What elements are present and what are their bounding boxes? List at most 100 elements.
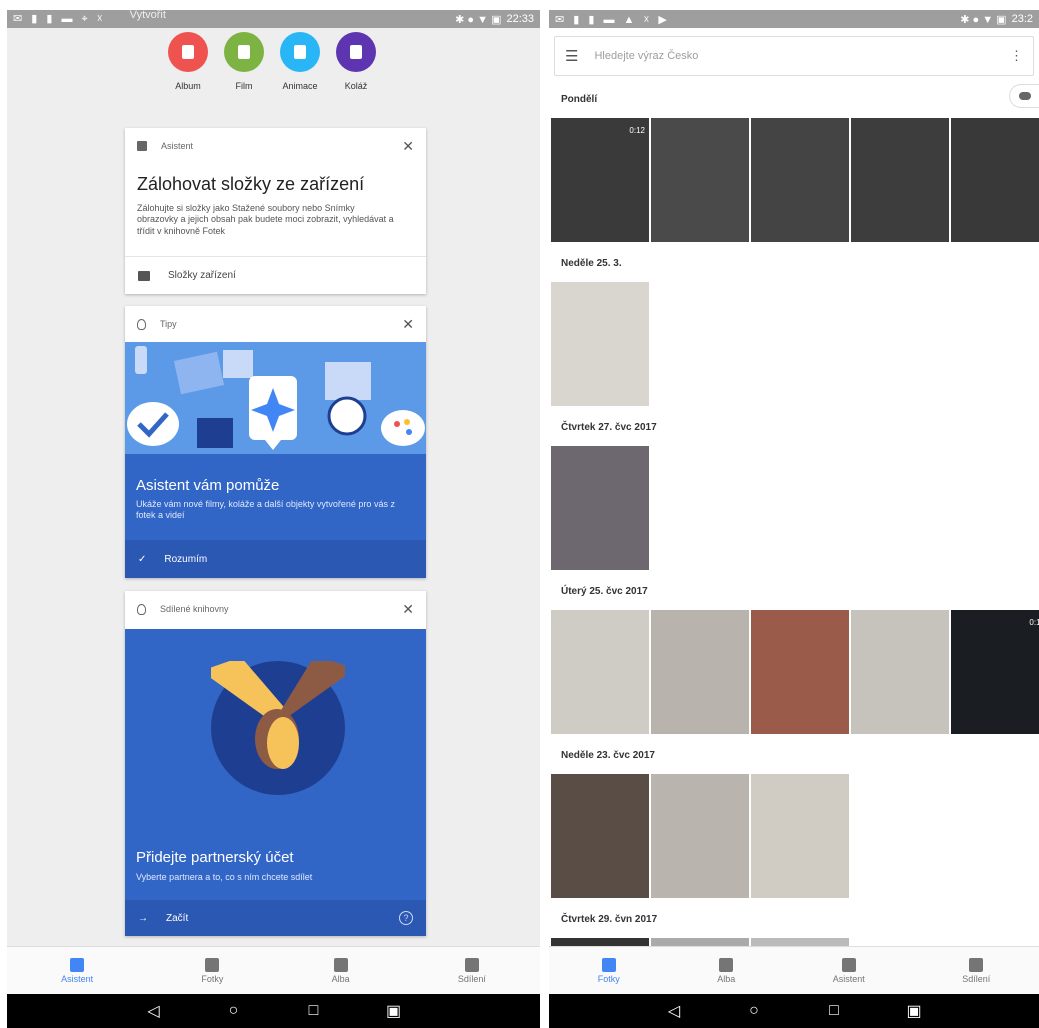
menu-icon[interactable]: ☰ [565, 47, 578, 65]
home-icon[interactable]: ○ [744, 1002, 764, 1020]
date-header: Úterý 25. čvc 2017 [561, 586, 648, 597]
create-label: Film [235, 81, 253, 91]
video-thumbnail[interactable]: 0:12 [551, 118, 649, 242]
photo-icon [601, 957, 616, 972]
lightbulb-icon [137, 318, 146, 330]
shared-libraries-card: Sdílené knihovny ✕ Přidejte partnerský ú… [125, 591, 426, 936]
collage-icon [336, 32, 376, 72]
tab-label: Sdílení [962, 973, 991, 984]
create-label: Album [175, 81, 201, 91]
backup-folders-card: Asistent ✕ Zálohovat složky ze zařízení … [125, 128, 426, 294]
tab-albums[interactable]: Alba [717, 957, 736, 984]
cloud-backup-button[interactable] [1009, 84, 1039, 108]
device-folders-button[interactable]: Složky zařízení [125, 256, 426, 294]
tab-label: Alba [717, 973, 736, 984]
album-icon [168, 32, 208, 72]
close-icon[interactable]: ✕ [402, 316, 414, 333]
photo-thumbnail[interactable] [851, 610, 949, 734]
bottom-navigation: Asistent Fotky Alba Sdílení [7, 946, 540, 994]
got-it-label: Rozumím [164, 553, 208, 565]
card-header-label: Tipy [160, 319, 177, 329]
check-icon: ✓ [138, 553, 147, 565]
card-header-label: Sdílené knihovny [160, 604, 229, 614]
photo-thumbnail[interactable] [551, 610, 649, 734]
card-header: Tipy ✕ [125, 306, 426, 342]
tab-assistant[interactable]: Asistent [61, 957, 93, 984]
photo-thumbnail[interactable] [551, 446, 649, 570]
screenshot-icon[interactable]: ▣ [384, 1001, 404, 1021]
system-nav-bar: ◁ ○ □ ▣ [7, 994, 540, 1028]
tab-label: Alba [331, 973, 350, 984]
search-bar[interactable]: ☰ Hledejte výraz Česko ⋮ [554, 36, 1034, 76]
photo-thumbnail[interactable] [851, 118, 949, 242]
device-folders-label: Složky zařízení [168, 270, 236, 281]
screenshot-icon[interactable]: ▣ [904, 1001, 924, 1021]
status-bar: ✉ ▮ ▮ ▬ ▲ ☓ ▶ ✱ ● ▼ ▣ 23:2 [549, 10, 1039, 28]
photo-thumbnail[interactable] [551, 282, 649, 406]
tab-sharing[interactable]: Sdílení [962, 957, 991, 984]
tab-sharing[interactable]: Sdílení [457, 957, 486, 984]
start-button[interactable]: → Začít ? [125, 900, 426, 936]
card-text: Ukáže vám nové filmy, koláže a další obj… [136, 499, 395, 521]
search-input[interactable]: Hledejte výraz Česko [594, 50, 698, 62]
people-icon [464, 957, 479, 972]
tab-label: Asistent [832, 973, 865, 984]
create-album-button[interactable]: Album [167, 32, 209, 91]
close-icon[interactable]: ✕ [402, 601, 414, 618]
animation-icon [280, 32, 320, 72]
card-title: Asistent vám pomůže [136, 477, 280, 494]
cloud-icon [1018, 92, 1031, 100]
tab-photos[interactable]: Fotky [201, 957, 223, 984]
assistant-icon [137, 141, 147, 151]
date-header: Neděle 23. čvc 2017 [561, 750, 655, 761]
assistant-illustration [125, 342, 426, 454]
card-header-label: Asistent [161, 141, 194, 151]
photo-thumbnail[interactable] [651, 118, 749, 242]
card-title: Zálohovat složky ze zařízení [137, 174, 365, 194]
close-icon[interactable]: ✕ [402, 138, 414, 155]
right-screen: ✉ ▮ ▮ ▬ ▲ ☓ ▶ ✱ ● ▼ ▣ 23:2 ☰ Hledejte vý… [549, 10, 1039, 1028]
assistant-icon [841, 957, 856, 972]
help-icon[interactable]: ? [399, 911, 413, 925]
create-row: Album Film Animace Koláž [167, 32, 377, 91]
photo-row [551, 446, 649, 570]
photo-icon [205, 957, 220, 972]
photo-thumbnail[interactable] [751, 118, 849, 242]
status-bar: ✉ ▮ ▮ ▬ ⌖ ☓ Vytvořit ✱ ● ▼ ▣ 22:33 [7, 10, 540, 28]
photo-thumbnail[interactable] [651, 610, 749, 734]
left-screen: ✉ ▮ ▮ ▬ ⌖ ☓ Vytvořit ✱ ● ▼ ▣ 22:33 Album… [7, 10, 540, 1028]
photo-row [551, 774, 849, 898]
recents-icon[interactable]: □ [304, 1002, 324, 1020]
notification-icons: ✉ ▮ ▮ ▬ ▲ ☓ ▶ [555, 13, 670, 26]
assistant-icon [70, 957, 85, 972]
back-icon[interactable]: ◁ [144, 1001, 164, 1021]
more-options-icon[interactable]: ⋮ [1010, 48, 1023, 64]
tab-assistant[interactable]: Asistent [832, 957, 865, 984]
clock: 22:33 [506, 13, 534, 25]
card-text: Zálohujte si složky jako Stažené soubory… [137, 203, 394, 236]
got-it-button[interactable]: ✓ Rozumím [125, 540, 426, 578]
card-header: Sdílené knihovny ✕ [125, 591, 426, 627]
tab-photos[interactable]: Fotky [598, 957, 620, 984]
photo-thumbnail[interactable] [551, 774, 649, 898]
date-header: Neděle 25. 3. [561, 258, 622, 269]
recents-icon[interactable]: □ [824, 1002, 844, 1020]
create-animation-button[interactable]: Animace [279, 32, 321, 91]
system-icons: ✱ ● ▼ ▣ [455, 13, 502, 26]
tab-albums[interactable]: Alba [331, 957, 350, 984]
video-thumbnail[interactable]: 0:14 [951, 610, 1039, 734]
people-icon [969, 957, 984, 972]
tab-label: Sdílení [457, 973, 486, 984]
card-title: Přidejte partnerský účet [136, 849, 294, 866]
card-text: Vyberte partnera a to, co s ním chcete s… [136, 872, 313, 882]
date-header: Čtvrtek 27. čvc 2017 [561, 422, 657, 433]
back-icon[interactable]: ◁ [664, 1001, 684, 1021]
video-duration: 0:14 [1029, 618, 1039, 627]
photo-thumbnail[interactable] [751, 774, 849, 898]
photo-thumbnail[interactable] [651, 774, 749, 898]
photo-thumbnail[interactable] [951, 118, 1039, 242]
home-icon[interactable]: ○ [224, 1002, 244, 1020]
create-collage-button[interactable]: Koláž [335, 32, 377, 91]
photo-thumbnail[interactable] [751, 610, 849, 734]
create-film-button[interactable]: Film [223, 32, 265, 91]
